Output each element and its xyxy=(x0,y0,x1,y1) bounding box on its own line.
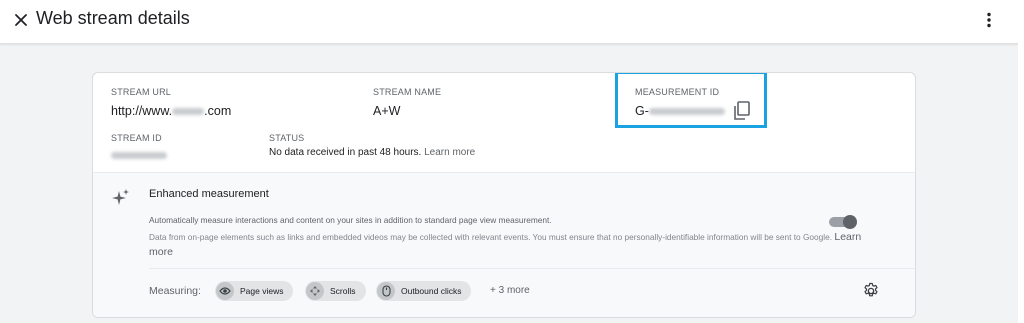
stream-details-card: STREAM URL http://www. .com STREAM NAME A… xyxy=(92,72,916,318)
chip-label: Scrolls xyxy=(330,286,356,296)
enhanced-measurement-section: Enhanced measurement Automatically measu… xyxy=(93,172,915,317)
stream-url-label: STREAM URL xyxy=(111,87,172,97)
measurement-id-value: G- xyxy=(635,104,725,118)
chip-label: Page views xyxy=(240,286,284,296)
sparkle-icon xyxy=(112,189,129,205)
stream-url-value: http://www. .com xyxy=(111,104,231,118)
copy-button[interactable] xyxy=(733,101,751,121)
copy-icon xyxy=(734,101,750,120)
eye-icon xyxy=(216,282,234,300)
enhanced-measurement-toggle[interactable] xyxy=(829,215,857,229)
status-message: No data received in past 48 hours. xyxy=(269,147,422,158)
measurement-id-label: MEASUREMENT ID xyxy=(635,87,720,97)
section-divider xyxy=(149,268,915,269)
chip-scrolls[interactable]: Scrolls xyxy=(305,281,366,301)
mouse-icon xyxy=(377,282,395,300)
gear-icon[interactable] xyxy=(862,282,880,300)
measuring-label: Measuring: xyxy=(149,285,201,297)
stream-id-value xyxy=(111,148,167,162)
scroll-icon xyxy=(306,282,324,300)
enhanced-description: Automatically measure interactions and c… xyxy=(149,215,552,225)
more-vert-icon xyxy=(987,12,991,28)
page-title: Web stream details xyxy=(36,8,190,28)
status-label: STATUS xyxy=(269,133,305,143)
stream-name-value: A+W xyxy=(373,104,401,118)
stream-url-suffix: .com xyxy=(204,104,232,118)
page-background: Web stream details STREAM URL http://www… xyxy=(0,0,1018,323)
measurement-id-prefix: G- xyxy=(635,104,649,118)
status-value: No data received in past 48 hours. Learn… xyxy=(269,147,475,158)
more-options-button[interactable] xyxy=(978,9,1000,31)
status-learn-more-link[interactable]: Learn more xyxy=(424,147,475,158)
chip-outbound-clicks[interactable]: Outbound clicks xyxy=(376,281,472,301)
stream-name-label: STREAM NAME xyxy=(373,87,442,97)
enhanced-disclaimer: Data from on-page elements such as links… xyxy=(149,230,869,260)
close-icon xyxy=(15,14,27,26)
redacted-measurement-id xyxy=(648,108,725,116)
redacted-stream-id xyxy=(111,152,167,160)
stream-id-label: STREAM ID xyxy=(111,133,162,143)
toggle-knob xyxy=(843,215,857,229)
enhanced-measurement-title: Enhanced measurement xyxy=(149,188,269,200)
close-button[interactable] xyxy=(10,9,32,31)
window-edge xyxy=(1018,0,1024,323)
redacted-domain xyxy=(172,108,205,116)
header-bar: Web stream details xyxy=(0,0,1018,44)
chip-page-views[interactable]: Page views xyxy=(215,281,294,301)
chip-label: Outbound clicks xyxy=(401,286,462,296)
enhanced-disclaimer-text: Data from on-page elements such as links… xyxy=(149,232,833,242)
stream-url-prefix: http://www. xyxy=(111,104,173,118)
more-events-link[interactable]: + 3 more xyxy=(490,285,530,296)
